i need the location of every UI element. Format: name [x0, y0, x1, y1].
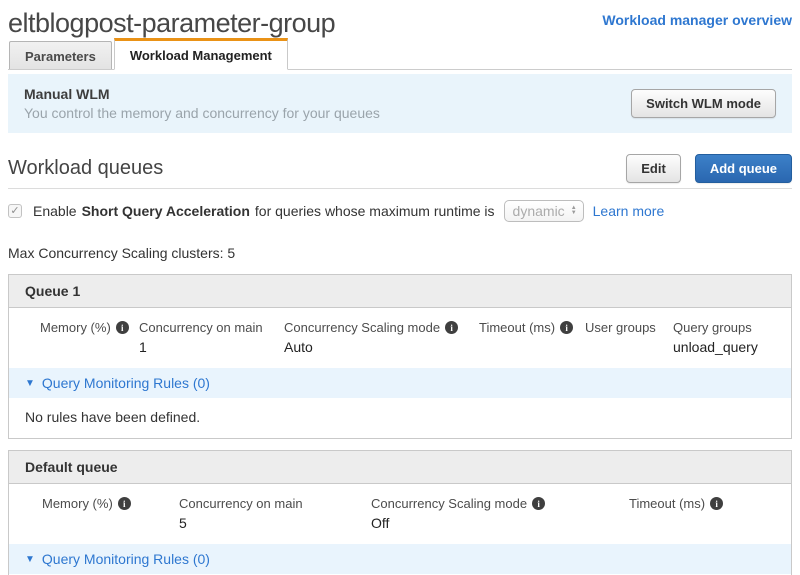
manual-wlm-text: Manual WLM You control the memory and co…: [24, 86, 380, 121]
queue1-user-groups-value: [585, 339, 673, 356]
manual-wlm-title: Manual WLM: [24, 86, 110, 102]
column-label: Concurrency on main: [139, 320, 263, 335]
queue1-col-timeout: Timeout (ms) i: [479, 320, 585, 356]
info-icon[interactable]: i: [560, 321, 574, 334]
workload-manager-overview-link[interactable]: Workload manager overview: [602, 12, 792, 28]
workload-queues-header-row: Workload queues Edit Add queue: [8, 154, 792, 183]
queue1-table: Memory (%) i Concurrency on main 1 Concur…: [9, 308, 791, 368]
queue1-query-groups-value: unload_query: [673, 339, 758, 355]
queue1-col-concurrency: Concurrency on main 1: [139, 320, 284, 356]
wlm-page: eltblogpost-parameter-group Workload man…: [0, 0, 800, 575]
sqa-checkbox[interactable]: ✓: [8, 204, 22, 218]
queue1-memory-value: [40, 339, 139, 356]
workload-queues-heading: Workload queues: [8, 157, 164, 179]
collapse-icon: ▼: [25, 377, 35, 389]
default-concurrency-value: 5: [179, 515, 187, 531]
queue1-concurrency-value: 1: [139, 339, 147, 355]
column-label: Memory (%): [40, 320, 111, 335]
info-icon[interactable]: i: [710, 497, 724, 510]
queue1-query-monitoring-rules-toggle[interactable]: ▼ Query Monitoring Rules (0): [9, 368, 791, 398]
tab-parameters[interactable]: Parameters: [9, 41, 112, 69]
column-label: Memory (%): [42, 496, 113, 511]
info-icon[interactable]: i: [117, 497, 131, 510]
tab-workload-management[interactable]: Workload Management: [113, 38, 288, 70]
column-label: User groups: [585, 320, 656, 335]
column-label: Timeout (ms): [629, 496, 706, 511]
queue1-timeout-value: [479, 339, 585, 356]
default-queue-header: Default queue: [9, 451, 791, 484]
default-scaling-mode-value: Off: [371, 515, 390, 531]
max-concurrency-label: Max Concurrency Scaling clusters:: [8, 245, 224, 261]
page-title: eltblogpost-parameter-group: [8, 8, 336, 38]
default-col-scaling-mode: Concurrency Scaling mode i Off: [371, 496, 629, 532]
queue1-col-user-groups: User groups: [585, 320, 673, 356]
column-label: Query groups: [673, 320, 752, 335]
default-col-concurrency: Concurrency on main 5: [179, 496, 371, 532]
sqa-learn-more-link[interactable]: Learn more: [593, 203, 665, 219]
max-concurrency-value: 5: [227, 245, 236, 261]
sqa-row: ✓ Enable Short Query Acceleration for qu…: [8, 200, 792, 222]
queue1-header: Queue 1: [9, 275, 791, 308]
info-icon[interactable]: i: [532, 497, 546, 510]
add-queue-button[interactable]: Add queue: [694, 154, 792, 183]
workload-queues-actions: Edit Add queue: [626, 154, 792, 183]
default-query-monitoring-rules-toggle[interactable]: ▼ Query Monitoring Rules (0): [9, 544, 791, 574]
info-icon[interactable]: i: [115, 321, 129, 334]
edit-queues-button[interactable]: Edit: [626, 154, 681, 183]
queue1-no-rules-text: No rules have been defined.: [25, 409, 201, 425]
default-col-timeout: Timeout (ms) i: [629, 496, 781, 532]
switch-wlm-mode-button[interactable]: Switch WLM mode: [631, 89, 776, 118]
manual-wlm-banner: Manual WLM You control the memory and co…: [8, 74, 792, 133]
queue1-col-scaling-mode: Concurrency Scaling mode i Auto: [284, 320, 479, 356]
section-divider: [8, 188, 792, 189]
stepper-down-icon: ▼: [570, 210, 577, 216]
sqa-runtime-select-value: dynamic: [512, 203, 565, 219]
queue1-scaling-mode-value: Auto: [284, 339, 313, 355]
queue-panel-queue1: Queue 1 Memory (%) i Concurrency on main …: [8, 274, 792, 439]
queue1-col-memory: Memory (%) i: [40, 320, 139, 356]
max-concurrency-row: Max Concurrency Scaling clusters: 5: [8, 245, 792, 261]
check-icon: ✓: [10, 204, 20, 217]
column-label: Timeout (ms): [479, 320, 556, 335]
sqa-feature-name: Short Query Acceleration: [81, 203, 250, 219]
column-label: Concurrency Scaling mode: [284, 320, 441, 335]
default-timeout-value: [629, 515, 781, 532]
page-header: eltblogpost-parameter-group Workload man…: [8, 8, 792, 38]
sqa-runtime-select[interactable]: dynamic ▲ ▼: [503, 200, 584, 222]
default-queue-table: Memory (%) i Concurrency on main 5 Concur…: [9, 484, 791, 544]
column-label: Concurrency Scaling mode: [371, 496, 528, 511]
tab-bar: Parameters Workload Management: [8, 38, 792, 70]
queue1-col-query-groups: Query groups unload_query: [673, 320, 781, 356]
qmr-label: Query Monitoring Rules (0): [41, 551, 210, 567]
sqa-enable-text: Enable: [33, 203, 77, 219]
sqa-suffix-text: for queries whose maximum runtime is: [254, 203, 495, 219]
stepper-icon: ▲ ▼: [570, 205, 577, 216]
collapse-icon: ▼: [25, 553, 35, 565]
queue-panel-default: Default queue Memory (%) i Concurrency on…: [8, 450, 792, 575]
column-label: Concurrency on main: [179, 496, 303, 511]
default-col-memory: Memory (%) i: [42, 496, 179, 532]
qmr-label: Query Monitoring Rules (0): [41, 375, 210, 391]
info-icon[interactable]: i: [445, 321, 459, 334]
default-memory-value: [42, 515, 179, 532]
manual-wlm-subtitle: You control the memory and concurrency f…: [24, 105, 380, 121]
